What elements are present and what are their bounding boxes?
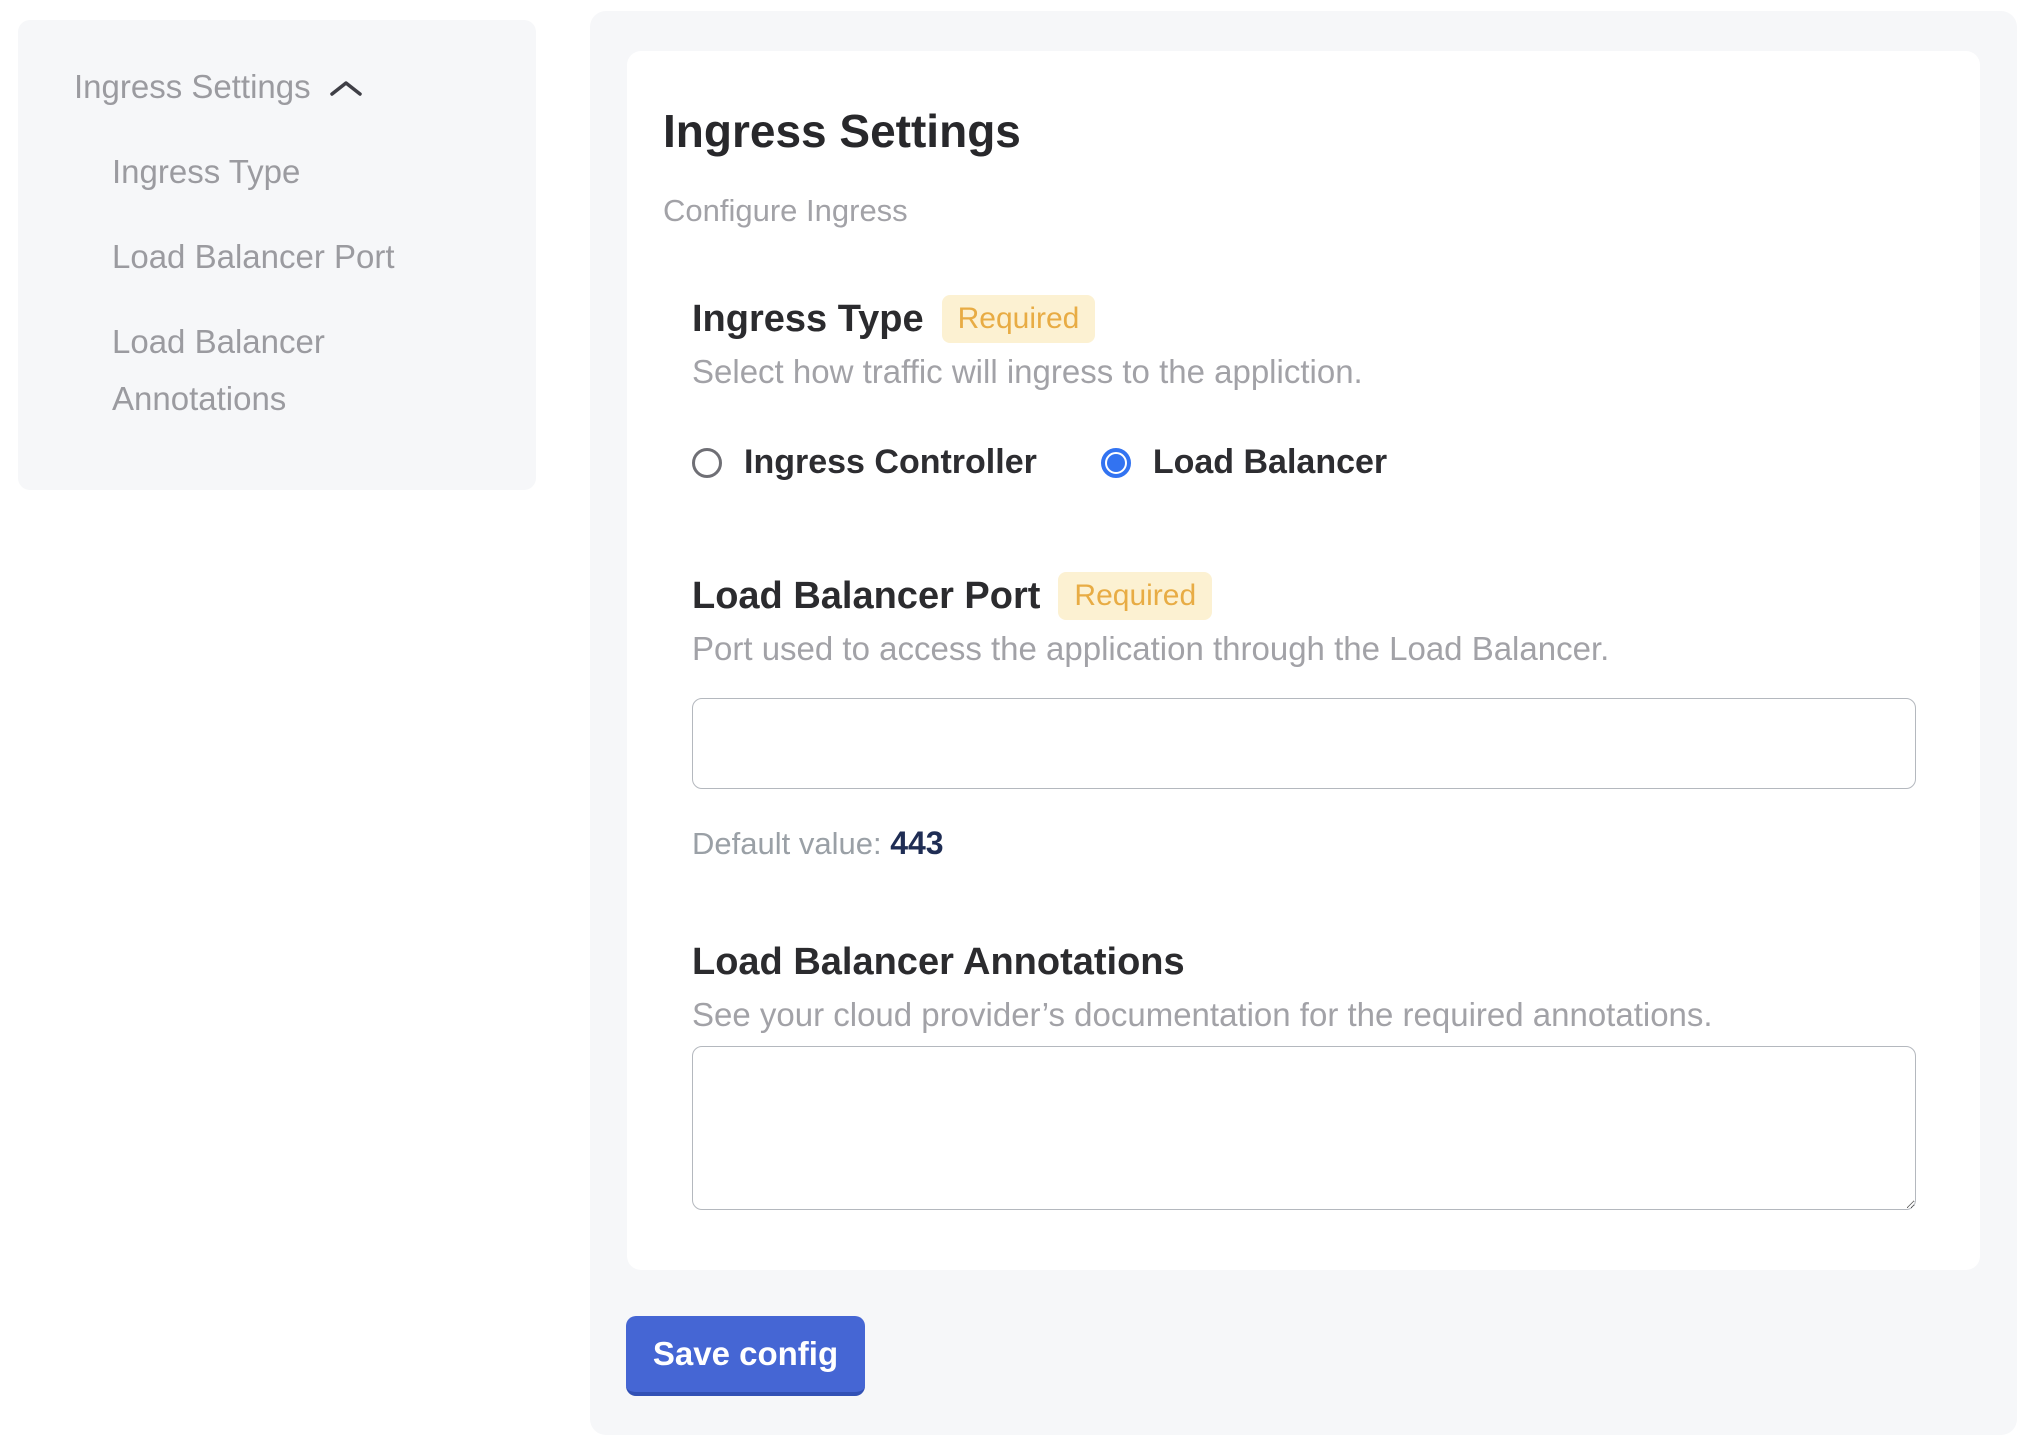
sidebar-item-list: Ingress Type Load Balancer Port Load Bal… <box>74 143 506 427</box>
section-heading: Load Balancer Annotations <box>692 938 1185 986</box>
page-title: Ingress Settings <box>663 103 1916 159</box>
section-load-balancer-annotations: Load Balancer Annotations See your cloud… <box>692 938 1916 1210</box>
save-config-button[interactable]: Save config <box>626 1316 865 1396</box>
default-value-note: Default value: 443 <box>692 821 1916 866</box>
chevron-up-icon <box>329 79 363 99</box>
load-balancer-annotations-textarea[interactable] <box>692 1046 1916 1210</box>
ingress-settings-card: Ingress Settings Configure Ingress Ingre… <box>627 51 1980 1270</box>
radio-label: Load Balancer <box>1153 443 1387 482</box>
section-description: See your cloud provider’s documentation … <box>692 992 1916 1038</box>
default-value-label: Default value: <box>692 826 882 861</box>
radio-circle[interactable] <box>692 448 722 478</box>
sidebar-item-load-balancer-annotations[interactable]: Load Balancer Annotations <box>112 313 506 427</box>
sidebar-item-load-balancer-port[interactable]: Load Balancer Port <box>112 228 506 285</box>
section-heading: Load Balancer Port <box>692 572 1040 620</box>
required-badge: Required <box>1058 572 1212 620</box>
ingress-type-radio-group: Ingress Controller Load Balancer <box>692 443 1916 482</box>
sidebar-item-ingress-type[interactable]: Ingress Type <box>112 143 506 200</box>
load-balancer-port-input[interactable] <box>692 698 1916 789</box>
section-ingress-type: Ingress Type Required Select how traffic… <box>692 295 1916 482</box>
radio-circle[interactable] <box>1101 448 1131 478</box>
sidebar-group-label: Ingress Settings <box>74 58 311 115</box>
section-description: Port used to access the application thro… <box>692 626 1916 672</box>
default-value: 443 <box>890 825 943 861</box>
sidebar-group-ingress-settings[interactable]: Ingress Settings <box>74 58 506 115</box>
main-panel: Ingress Settings Configure Ingress Ingre… <box>590 11 2017 1435</box>
page-subtitle: Configure Ingress <box>663 189 1916 233</box>
radio-load-balancer[interactable]: Load Balancer <box>1101 443 1387 482</box>
section-load-balancer-port: Load Balancer Port Required Port used to… <box>692 572 1916 866</box>
section-description: Select how traffic will ingress to the a… <box>692 349 1916 395</box>
required-badge: Required <box>942 295 1096 343</box>
section-heading: Ingress Type <box>692 295 924 343</box>
settings-sidebar: Ingress Settings Ingress Type Load Balan… <box>18 20 536 490</box>
radio-label: Ingress Controller <box>744 443 1037 482</box>
radio-ingress-controller[interactable]: Ingress Controller <box>692 443 1037 482</box>
